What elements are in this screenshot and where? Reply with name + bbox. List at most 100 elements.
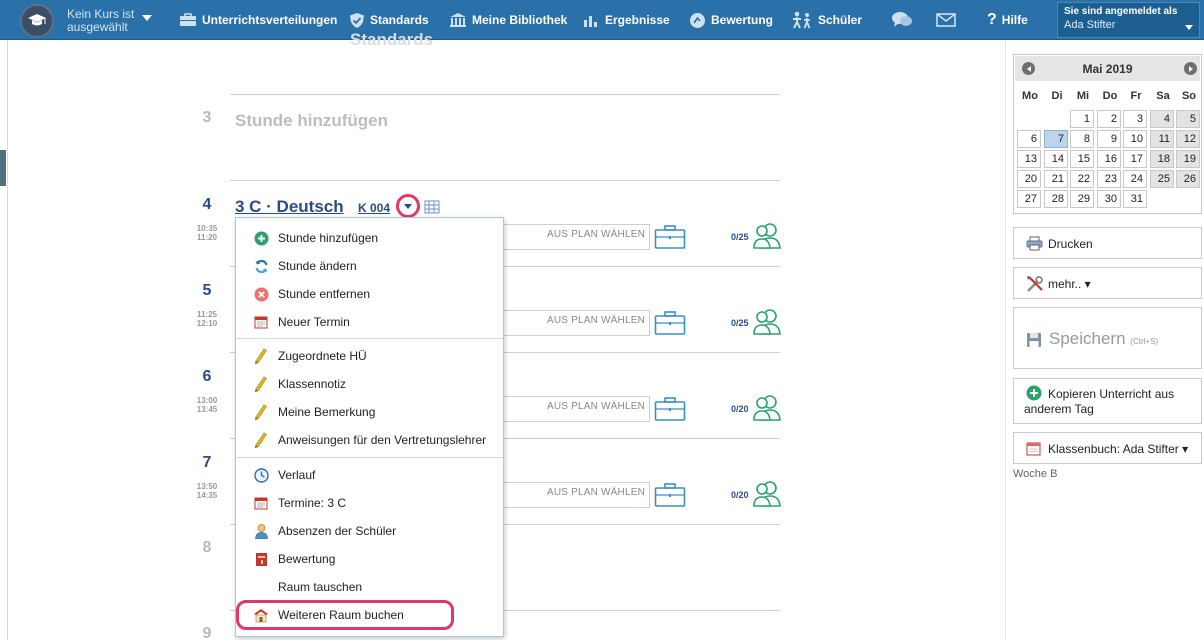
graduation-cap-icon[interactable]	[20, 4, 54, 38]
calendar-day[interactable]: 25	[1150, 170, 1174, 188]
calendar-day[interactable]: 29	[1070, 190, 1094, 208]
menu-item-zugeordnete-hue[interactable]: Zugeordnete HÜ	[236, 342, 503, 370]
nav-schueler[interactable]: Schüler	[791, 0, 862, 40]
menu-item-neuer-termin[interactable]: Neuer Termin	[236, 308, 503, 336]
help-button[interactable]: ? Hilfe	[987, 0, 1028, 40]
calendar-day[interactable]: 30	[1097, 190, 1121, 208]
calendar-day[interactable]: 11	[1150, 130, 1174, 148]
calendar-day[interactable]: 28	[1044, 190, 1068, 208]
plan-select[interactable]: AUS PLAN WÄHLEN	[500, 310, 650, 336]
calendar-day[interactable]: 5	[1176, 110, 1200, 128]
user-menu[interactable]: Sie sind angemeldet als Ada Stifter	[1057, 2, 1200, 38]
side-panel-toggle[interactable]	[0, 150, 6, 186]
menu-item-absenzen-schueler[interactable]: Absenzen der Schüler	[236, 517, 503, 545]
chevron-down-icon	[404, 203, 412, 209]
menu-item-label: Klassennotiz	[278, 377, 347, 391]
calendar-day[interactable]: 3	[1123, 110, 1147, 128]
calendar-day[interactable]: 19	[1176, 150, 1200, 168]
calendar-day[interactable]: 10	[1123, 130, 1147, 148]
nav-meine-bibliothek[interactable]: Meine Bibliothek	[449, 0, 567, 40]
calendar-day[interactable]: 8	[1070, 130, 1094, 148]
menu-item-bewertung[interactable]: Bewertung	[236, 545, 503, 573]
calendar-day[interactable]: 24	[1123, 170, 1147, 188]
lesson-number: 8	[202, 539, 212, 556]
students-icon[interactable]	[752, 222, 782, 255]
calendar-day[interactable]: 4	[1150, 110, 1174, 128]
envelope-icon	[936, 13, 956, 27]
menu-item-meine-bemerkung[interactable]: Meine Bemerkung	[236, 398, 503, 426]
calendar-day[interactable]: 12	[1176, 130, 1200, 148]
calendar-day[interactable]: 21	[1044, 170, 1068, 188]
calendar-day[interactable]: 16	[1097, 150, 1121, 168]
calendar-page-icon	[253, 495, 269, 511]
menu-item-raum-tauschen[interactable]: Raum tauschen	[236, 573, 503, 601]
students-icon[interactable]	[752, 480, 782, 513]
calendar-day[interactable]: 22	[1070, 170, 1094, 188]
calendar-day[interactable]: 13	[1017, 150, 1041, 168]
calendar-day[interactable]: 17	[1123, 150, 1147, 168]
menu-item-stunde-aendern[interactable]: Stunde ändern	[236, 252, 503, 280]
lesson-start: 11:25	[196, 310, 218, 319]
menu-item-label: Absenzen der Schüler	[278, 524, 397, 538]
calendar-day[interactable]: 2	[1097, 110, 1121, 128]
chevron-down-icon[interactable]	[142, 15, 152, 21]
briefcase-icon[interactable]	[654, 224, 686, 255]
calendar-day[interactable]: 15	[1070, 150, 1094, 168]
messages-button[interactable]	[891, 0, 918, 40]
chevron-down-icon	[1185, 25, 1193, 30]
calendar-day[interactable]: 20	[1017, 170, 1041, 188]
nav-ergebnisse[interactable]: Ergebnisse	[583, 0, 670, 40]
course-selector[interactable]: Kein Kurs ist ausgewählt	[67, 8, 134, 34]
lesson-menu-toggle[interactable]	[396, 194, 420, 218]
print-button[interactable]: Drucken	[1013, 227, 1202, 259]
students-icon[interactable]	[752, 394, 782, 427]
copy-lessons-button[interactable]: Kopieren Unterricht aus anderem Tag	[1013, 378, 1202, 424]
next-month-button[interactable]	[1184, 62, 1197, 75]
students-icon[interactable]	[752, 308, 782, 341]
menu-item-klassennotiz[interactable]: Klassennotiz	[236, 370, 503, 398]
calendar-day[interactable]: 6	[1017, 130, 1041, 148]
add-lesson-link[interactable]: Stunde hinzufügen	[235, 111, 388, 131]
menu-item-verlauf[interactable]: Verlauf	[236, 461, 503, 489]
menu-item-termine-3c[interactable]: Termine: 3 C	[236, 489, 503, 517]
plan-select[interactable]: AUS PLAN WÄHLEN	[500, 482, 650, 508]
plan-select[interactable]: AUS PLAN WÄHLEN	[500, 396, 650, 422]
chat-bubbles-icon	[891, 11, 913, 29]
menu-item-stunde-entfernen[interactable]: Stunde entfernen	[236, 280, 503, 308]
menu-item-anweisungen-vertretungslehrer[interactable]: Anweisungen für den Vertretungslehrer	[236, 426, 503, 454]
faded-header: Standards	[350, 30, 434, 49]
calendar-day[interactable]: 7	[1044, 130, 1068, 148]
briefcase-icon[interactable]	[654, 396, 686, 427]
plan-select[interactable]: AUS PLAN WÄHLEN	[500, 224, 650, 250]
lesson-room[interactable]: K 004	[358, 201, 390, 215]
weekday-label: Do	[1102, 90, 1118, 102]
nav-unterrichtsverteilungen[interactable]: Unterrichtsverteilungen	[179, 0, 337, 40]
nav-label: Ergebnisse	[605, 13, 670, 27]
calendar-day[interactable]: 18	[1150, 150, 1174, 168]
more-button[interactable]: mehr.. ▾	[1013, 267, 1202, 299]
lesson-time: 11:25 12:10	[190, 310, 224, 328]
weekday-label: Mo	[1022, 90, 1038, 102]
calendar-day[interactable]: 23	[1097, 170, 1121, 188]
menu-item-label: Stunde ändern	[278, 259, 357, 273]
nav-bewertung[interactable]: Bewertung	[689, 0, 773, 40]
calendar-day[interactable]: 14	[1044, 150, 1068, 168]
mail-button[interactable]	[936, 0, 961, 40]
save-label: Speichern	[1049, 329, 1126, 348]
lesson-title[interactable]: 3 C · Deutsch	[235, 197, 344, 217]
save-button[interactable]: Speichern (Ctrl+S)	[1013, 307, 1202, 369]
briefcase-icon[interactable]	[654, 310, 686, 341]
class-book-button[interactable]: Klassenbuch: Ada Stifter ▾	[1013, 432, 1202, 464]
menu-item-label: Termine: 3 C	[278, 496, 347, 510]
menu-item-stunde-hinzufuegen[interactable]: Stunde hinzufügen	[236, 224, 503, 252]
copy-label-line1: Kopieren Unterricht aus	[1048, 387, 1175, 401]
calendar-day[interactable]: 1	[1070, 110, 1094, 128]
calendar-day[interactable]: 9	[1097, 130, 1121, 148]
calendar-day[interactable]: 31	[1123, 190, 1147, 208]
briefcase-icon[interactable]	[654, 482, 686, 513]
calendar-day[interactable]: 27	[1017, 190, 1041, 208]
menu-item-label: Neuer Termin	[278, 315, 350, 329]
more-label: mehr.. ▾	[1048, 277, 1091, 291]
calendar-day[interactable]: 26	[1176, 170, 1200, 188]
pencil-icon	[253, 376, 269, 392]
